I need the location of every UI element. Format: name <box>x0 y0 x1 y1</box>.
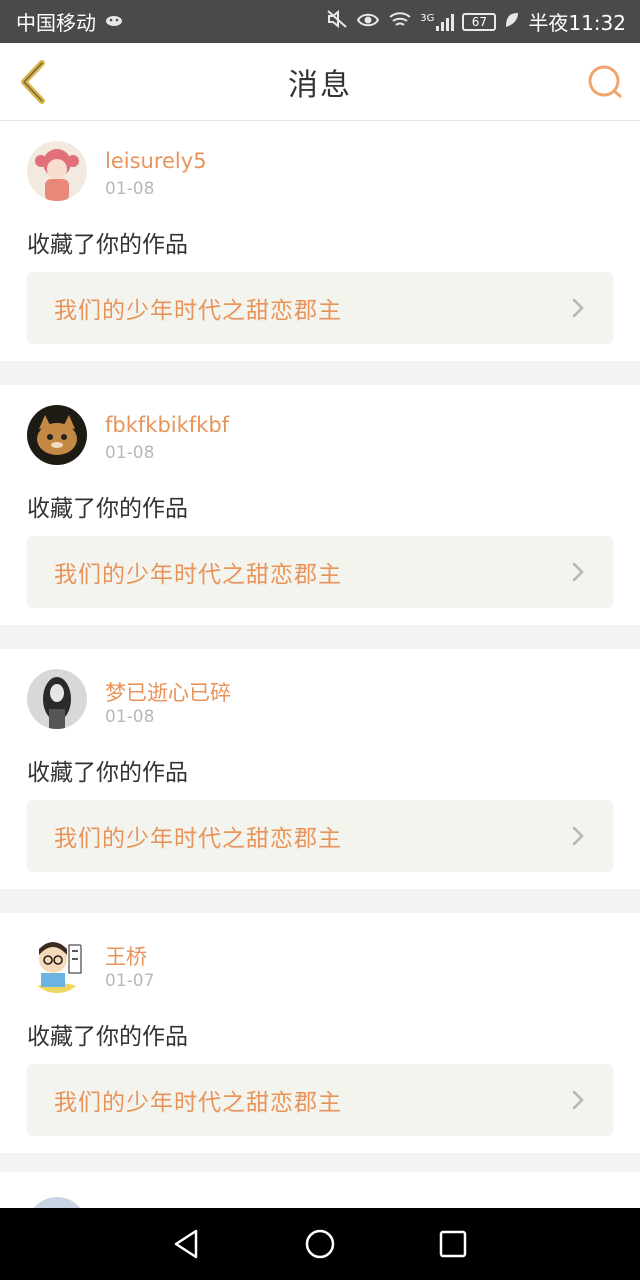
nav-home-button[interactable] <box>300 1224 340 1264</box>
battery-level: 67 <box>471 14 487 29</box>
status-bar: 中国移动 3G 67 半夜11:32 <box>0 0 640 43</box>
status-right: 3G 67 半夜11:32 <box>326 7 626 36</box>
message-date: 01-08 <box>105 443 155 463</box>
username[interactable]: fbkfkbikfkbf <box>105 413 229 437</box>
notification-icon <box>104 13 124 31</box>
system-nav-bar <box>0 1208 640 1280</box>
clock-time: 半夜11:32 <box>528 11 626 35</box>
avatar[interactable] <box>27 933 87 993</box>
nav-back-button[interactable] <box>167 1224 207 1264</box>
triangle-back-icon <box>174 1229 197 1259</box>
message-card: leisurely5 01-08 收藏了你的作品 我们的少年时代之甜恋郡主 <box>0 121 640 361</box>
chevron-right-icon <box>572 1090 584 1110</box>
leaf-icon <box>504 10 520 34</box>
work-title: 我们的少年时代之甜恋郡主 <box>54 562 342 588</box>
back-button[interactable] <box>14 59 54 105</box>
action-text: 收藏了你的作品 <box>27 232 188 258</box>
avatar[interactable] <box>27 405 87 465</box>
action-text: 收藏了你的作品 <box>27 760 188 786</box>
work-title: 我们的少年时代之甜恋郡主 <box>54 298 342 324</box>
network-type: 3G <box>420 12 435 24</box>
signal-icon: 3G <box>420 12 455 31</box>
message-date: 01-08 <box>105 707 155 727</box>
action-text: 收藏了你的作品 <box>27 1024 188 1050</box>
message-card: 王桥 01-07 收藏了你的作品 我们的少年时代之甜恋郡主 <box>0 913 640 1153</box>
wifi-icon <box>388 10 412 34</box>
work-link[interactable]: 我们的少年时代之甜恋郡主 <box>27 536 613 608</box>
carrier-label: 中国移动 <box>16 11 96 35</box>
username[interactable]: 梦已逝心已碎 <box>105 677 231 707</box>
avatar[interactable] <box>27 669 87 729</box>
work-link[interactable]: 我们的少年时代之甜恋郡主 <box>27 272 613 344</box>
chevron-left-icon <box>21 60 45 104</box>
message-date: 01-08 <box>105 179 155 199</box>
work-title: 我们的少年时代之甜恋郡主 <box>54 1090 342 1116</box>
message-date: 01-07 <box>105 971 155 991</box>
message-card: 梦已逝心已碎 01-08 收藏了你的作品 我们的少年时代之甜恋郡主 <box>0 649 640 889</box>
work-link[interactable]: 我们的少年时代之甜恋郡主 <box>27 800 613 872</box>
search-button[interactable] <box>586 63 624 101</box>
message-card: fbkfkbikfkbf 01-08 收藏了你的作品 我们的少年时代之甜恋郡主 <box>0 385 640 625</box>
work-title: 我们的少年时代之甜恋郡主 <box>54 826 342 852</box>
message-card-partial <box>0 1172 640 1257</box>
action-text: 收藏了你的作品 <box>27 496 188 522</box>
mute-icon <box>326 9 348 34</box>
status-left: 中国移动 <box>16 7 124 36</box>
chevron-right-icon <box>572 562 584 582</box>
chevron-right-icon <box>572 298 584 318</box>
username[interactable]: 王桥 <box>105 941 147 971</box>
nav-recents-button[interactable] <box>433 1224 473 1264</box>
message-list: leisurely5 01-08 收藏了你的作品 我们的少年时代之甜恋郡主 fb… <box>0 121 640 1177</box>
app-header: 消息 <box>0 43 640 121</box>
circle-home-icon <box>305 1229 335 1259</box>
search-icon <box>588 65 622 98</box>
avatar[interactable] <box>27 141 87 201</box>
username[interactable]: leisurely5 <box>105 149 207 173</box>
page-title: 消息 <box>288 67 352 103</box>
square-recents-icon <box>440 1230 467 1258</box>
battery-icon: 67 <box>462 12 497 31</box>
chevron-right-icon <box>572 826 584 846</box>
eye-icon <box>356 10 380 34</box>
work-link[interactable]: 我们的少年时代之甜恋郡主 <box>27 1064 613 1136</box>
